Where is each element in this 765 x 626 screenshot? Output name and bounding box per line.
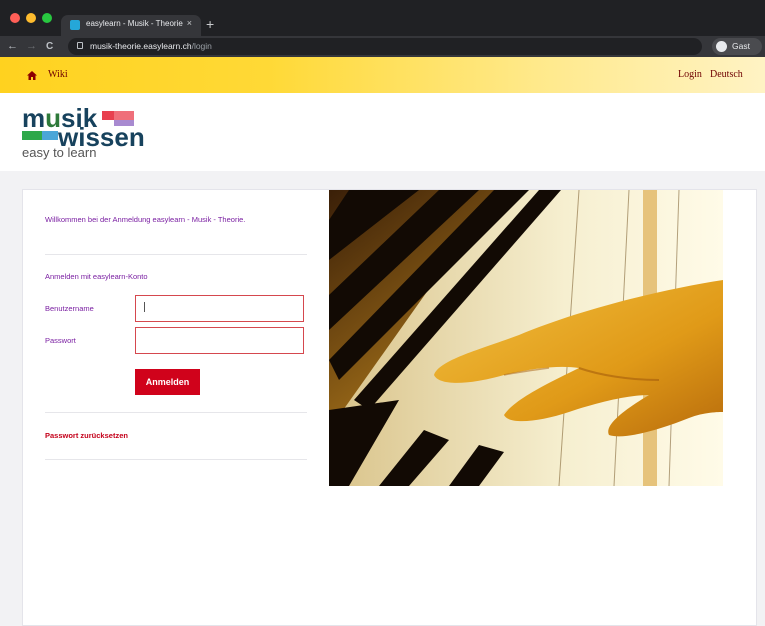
username-field[interactable]: [135, 295, 304, 322]
maximize-window-button[interactable]: [42, 13, 52, 23]
reload-icon[interactable]: C: [46, 40, 53, 53]
url-text: musik-theorie.easylearn.ch/login: [90, 41, 212, 51]
browser-address-bar: ← → C musik-theorie.easylearn.ch/login G…: [0, 36, 765, 57]
profile-label: Gast: [732, 41, 750, 51]
browser-tab[interactable]: easylearn - Musik - Theorie ×: [61, 15, 201, 36]
piano-photo-graphic: [329, 190, 723, 486]
profile-avatar-icon: [716, 41, 727, 52]
site-favicon-icon: [70, 20, 80, 30]
login-section-title: Anmelden mit easylearn-Konto: [45, 272, 148, 281]
login-card: Willkommen bei der Anmeldung easylearn -…: [22, 189, 757, 626]
login-submit-button[interactable]: Anmelden: [135, 369, 200, 395]
logo-bar-pink: [114, 111, 134, 120]
password-field[interactable]: [135, 327, 304, 354]
close-tab-icon[interactable]: ×: [187, 18, 192, 28]
back-arrow-icon[interactable]: ←: [7, 40, 18, 53]
divider: [45, 412, 307, 413]
site-nav-bar: Wiki Login Deutsch: [0, 57, 765, 93]
tab-title: easylearn - Musik - Theorie: [86, 19, 183, 28]
new-tab-button[interactable]: +: [206, 16, 214, 32]
browser-tab-bar: easylearn - Musik - Theorie × +: [0, 0, 765, 36]
logo-bar-red: [102, 111, 114, 120]
lock-icon: [77, 42, 83, 49]
profile-button[interactable]: Gast: [712, 38, 762, 55]
welcome-text: Willkommen bei der Anmeldung easylearn -…: [45, 215, 246, 224]
forward-arrow-icon[interactable]: →: [26, 40, 37, 53]
piano-hand-image: [329, 190, 723, 486]
reset-password-link[interactable]: Passwort zurücksetzen: [45, 431, 128, 440]
wiki-link[interactable]: Wiki: [48, 69, 68, 80]
text-cursor: [144, 302, 145, 312]
site-header: musik wissen easy to learn: [0, 93, 765, 171]
divider: [45, 254, 307, 255]
divider: [45, 459, 307, 460]
logo-tagline: easy to learn: [22, 145, 97, 160]
login-link[interactable]: Login: [678, 69, 702, 80]
close-window-button[interactable]: [10, 13, 20, 23]
language-selector[interactable]: Deutsch: [710, 69, 743, 80]
home-icon[interactable]: [27, 71, 37, 80]
username-label: Benutzername: [45, 304, 94, 313]
url-field[interactable]: musik-theorie.easylearn.ch/login: [68, 38, 702, 55]
password-label: Passwort: [45, 336, 76, 345]
minimize-window-button[interactable]: [26, 13, 36, 23]
